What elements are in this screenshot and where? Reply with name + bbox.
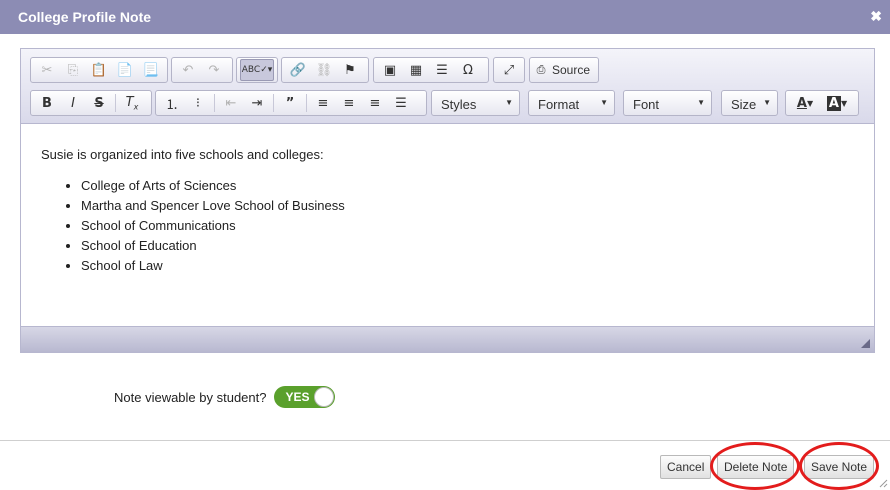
visibility-toggle[interactable]: YES — [274, 386, 336, 408]
special-char-icon[interactable]: Ω — [455, 59, 481, 81]
maximize-icon[interactable]: ⤢ — [497, 59, 521, 81]
paste-icon[interactable]: 📋 — [86, 59, 112, 81]
font-dropdown[interactable]: Font ▼ — [623, 90, 712, 116]
format-dropdown-label: Format — [538, 97, 580, 112]
basic-styles-group: B I S Tx — [30, 90, 152, 116]
background-color-icon[interactable]: A ▼ — [821, 92, 853, 114]
delete-note-button[interactable]: Delete Note — [717, 455, 795, 479]
dialog-title: College Profile Note — [18, 9, 152, 25]
colors-group: A ▼ A ▼ — [785, 90, 859, 116]
numbered-list-icon[interactable]: ⒈ — [159, 92, 185, 114]
italic-icon[interactable]: I — [60, 92, 86, 114]
schools-list: College of Arts of Sciences Martha and S… — [41, 176, 854, 276]
insert-group: ▣ ▦ ☰ Ω — [373, 57, 489, 83]
toolbar-separator — [214, 94, 215, 112]
source-group: ⎙ Source — [529, 57, 599, 83]
cancel-button[interactable]: Cancel — [660, 455, 712, 479]
close-icon[interactable]: ✖ — [870, 8, 882, 25]
remove-format-icon[interactable]: Tx — [119, 92, 145, 114]
bold-icon[interactable]: B — [34, 92, 60, 114]
source-button[interactable]: Source — [552, 63, 590, 77]
maximize-group: ⤢ — [493, 57, 525, 83]
dialog-titlebar: College Profile Note ✖ — [0, 0, 890, 34]
save-note-button[interactable]: Save Note — [804, 455, 875, 479]
links-group: 🔗 ⛓ ⚑ — [281, 57, 369, 83]
source-icon: ⎙ — [536, 63, 546, 76]
list-item: School of Law — [81, 256, 854, 276]
clipboard-group: ✂ ⎘ 📋 📄 📃 — [30, 57, 168, 83]
size-dropdown[interactable]: Size ▼ — [721, 90, 778, 116]
chevron-down-icon: ▼ — [505, 98, 513, 107]
text-color-icon[interactable]: A ▼ — [789, 92, 821, 114]
image-icon[interactable]: ▣ — [377, 59, 403, 81]
footer-divider — [0, 440, 890, 441]
spellcheck-icon[interactable]: ABC✓▾ — [240, 59, 274, 81]
editor-content-area[interactable]: Susie is organized into five schools and… — [21, 125, 874, 328]
editor-statusbar — [21, 326, 874, 352]
list-item: School of Communications — [81, 216, 854, 236]
table-icon[interactable]: ▦ — [403, 59, 429, 81]
styles-dropdown[interactable]: Styles ▼ — [431, 90, 520, 116]
bulleted-list-icon[interactable]: ⁝ — [185, 92, 211, 114]
chevron-down-icon: ▼ — [763, 98, 771, 107]
undo-icon[interactable]: ↶ — [175, 59, 201, 81]
chevron-down-icon: ▼ — [600, 98, 608, 107]
toolbar-separator — [273, 94, 274, 112]
visibility-row: Note viewable by student? YES — [114, 386, 336, 408]
list-item: College of Arts of Sciences — [81, 176, 854, 196]
intro-paragraph: Susie is organized into five schools and… — [41, 147, 324, 162]
toggle-knob — [314, 387, 335, 407]
blockquote-icon[interactable]: ” — [277, 92, 303, 114]
copy-icon[interactable]: ⎘ — [60, 59, 86, 81]
undo-redo-group: ↶ ↷ — [171, 57, 233, 83]
anchor-flag-icon[interactable]: ⚑ — [337, 59, 363, 81]
toolbar-separator — [115, 94, 116, 112]
align-right-icon[interactable]: ≡ — [362, 92, 388, 114]
increase-indent-icon[interactable]: ⇥ — [244, 92, 270, 114]
toolbar-separator — [306, 94, 307, 112]
link-icon[interactable]: 🔗 — [285, 59, 311, 81]
justify-icon[interactable]: ☰ — [388, 92, 414, 114]
toggle-state-label: YES — [285, 390, 310, 404]
align-center-icon[interactable]: ≡ — [336, 92, 362, 114]
list-item: School of Education — [81, 236, 854, 256]
paragraph-group: ⒈ ⁝ ⇤ ⇥ ” ≡ ≡ ≡ ☰ — [155, 90, 427, 116]
paste-text-icon[interactable]: 📄 — [112, 59, 138, 81]
font-dropdown-label: Font — [633, 97, 660, 112]
strikethrough-icon[interactable]: S — [86, 92, 112, 114]
cut-icon[interactable]: ✂ — [34, 59, 60, 81]
spellcheck-group: ABC✓▾ — [236, 57, 278, 83]
college-profile-note-dialog: College Profile Note ✖ ✂ ⎘ 📋 📄 📃 ↶ ↷ ABC… — [0, 0, 890, 490]
size-dropdown-label: Size — [731, 97, 757, 112]
editor-toolbar: ✂ ⎘ 📋 📄 📃 ↶ ↷ ABC✓▾ 🔗 ⛓ ⚑ ▣ ▦ ☰ Ω ⤢ ⎙ So… — [21, 49, 874, 124]
paste-word-icon[interactable]: 📃 — [138, 59, 164, 81]
decrease-indent-icon[interactable]: ⇤ — [218, 92, 244, 114]
visibility-label: Note viewable by student? — [114, 389, 267, 405]
rich-text-editor: ✂ ⎘ 📋 📄 📃 ↶ ↷ ABC✓▾ 🔗 ⛓ ⚑ ▣ ▦ ☰ Ω ⤢ ⎙ So… — [20, 48, 875, 353]
list-item: Martha and Spencer Love School of Busine… — [81, 196, 854, 216]
align-left-icon[interactable]: ≡ — [310, 92, 336, 114]
format-dropdown[interactable]: Format ▼ — [528, 90, 615, 116]
redo-icon[interactable]: ↷ — [201, 59, 227, 81]
window-resize-grip-icon[interactable] — [878, 478, 888, 488]
unlink-icon[interactable]: ⛓ — [311, 59, 337, 81]
chevron-down-icon: ▼ — [697, 98, 705, 107]
styles-dropdown-label: Styles — [441, 97, 477, 112]
horizontal-rule-icon[interactable]: ☰ — [429, 59, 455, 81]
resize-handle-icon[interactable] — [861, 339, 870, 348]
